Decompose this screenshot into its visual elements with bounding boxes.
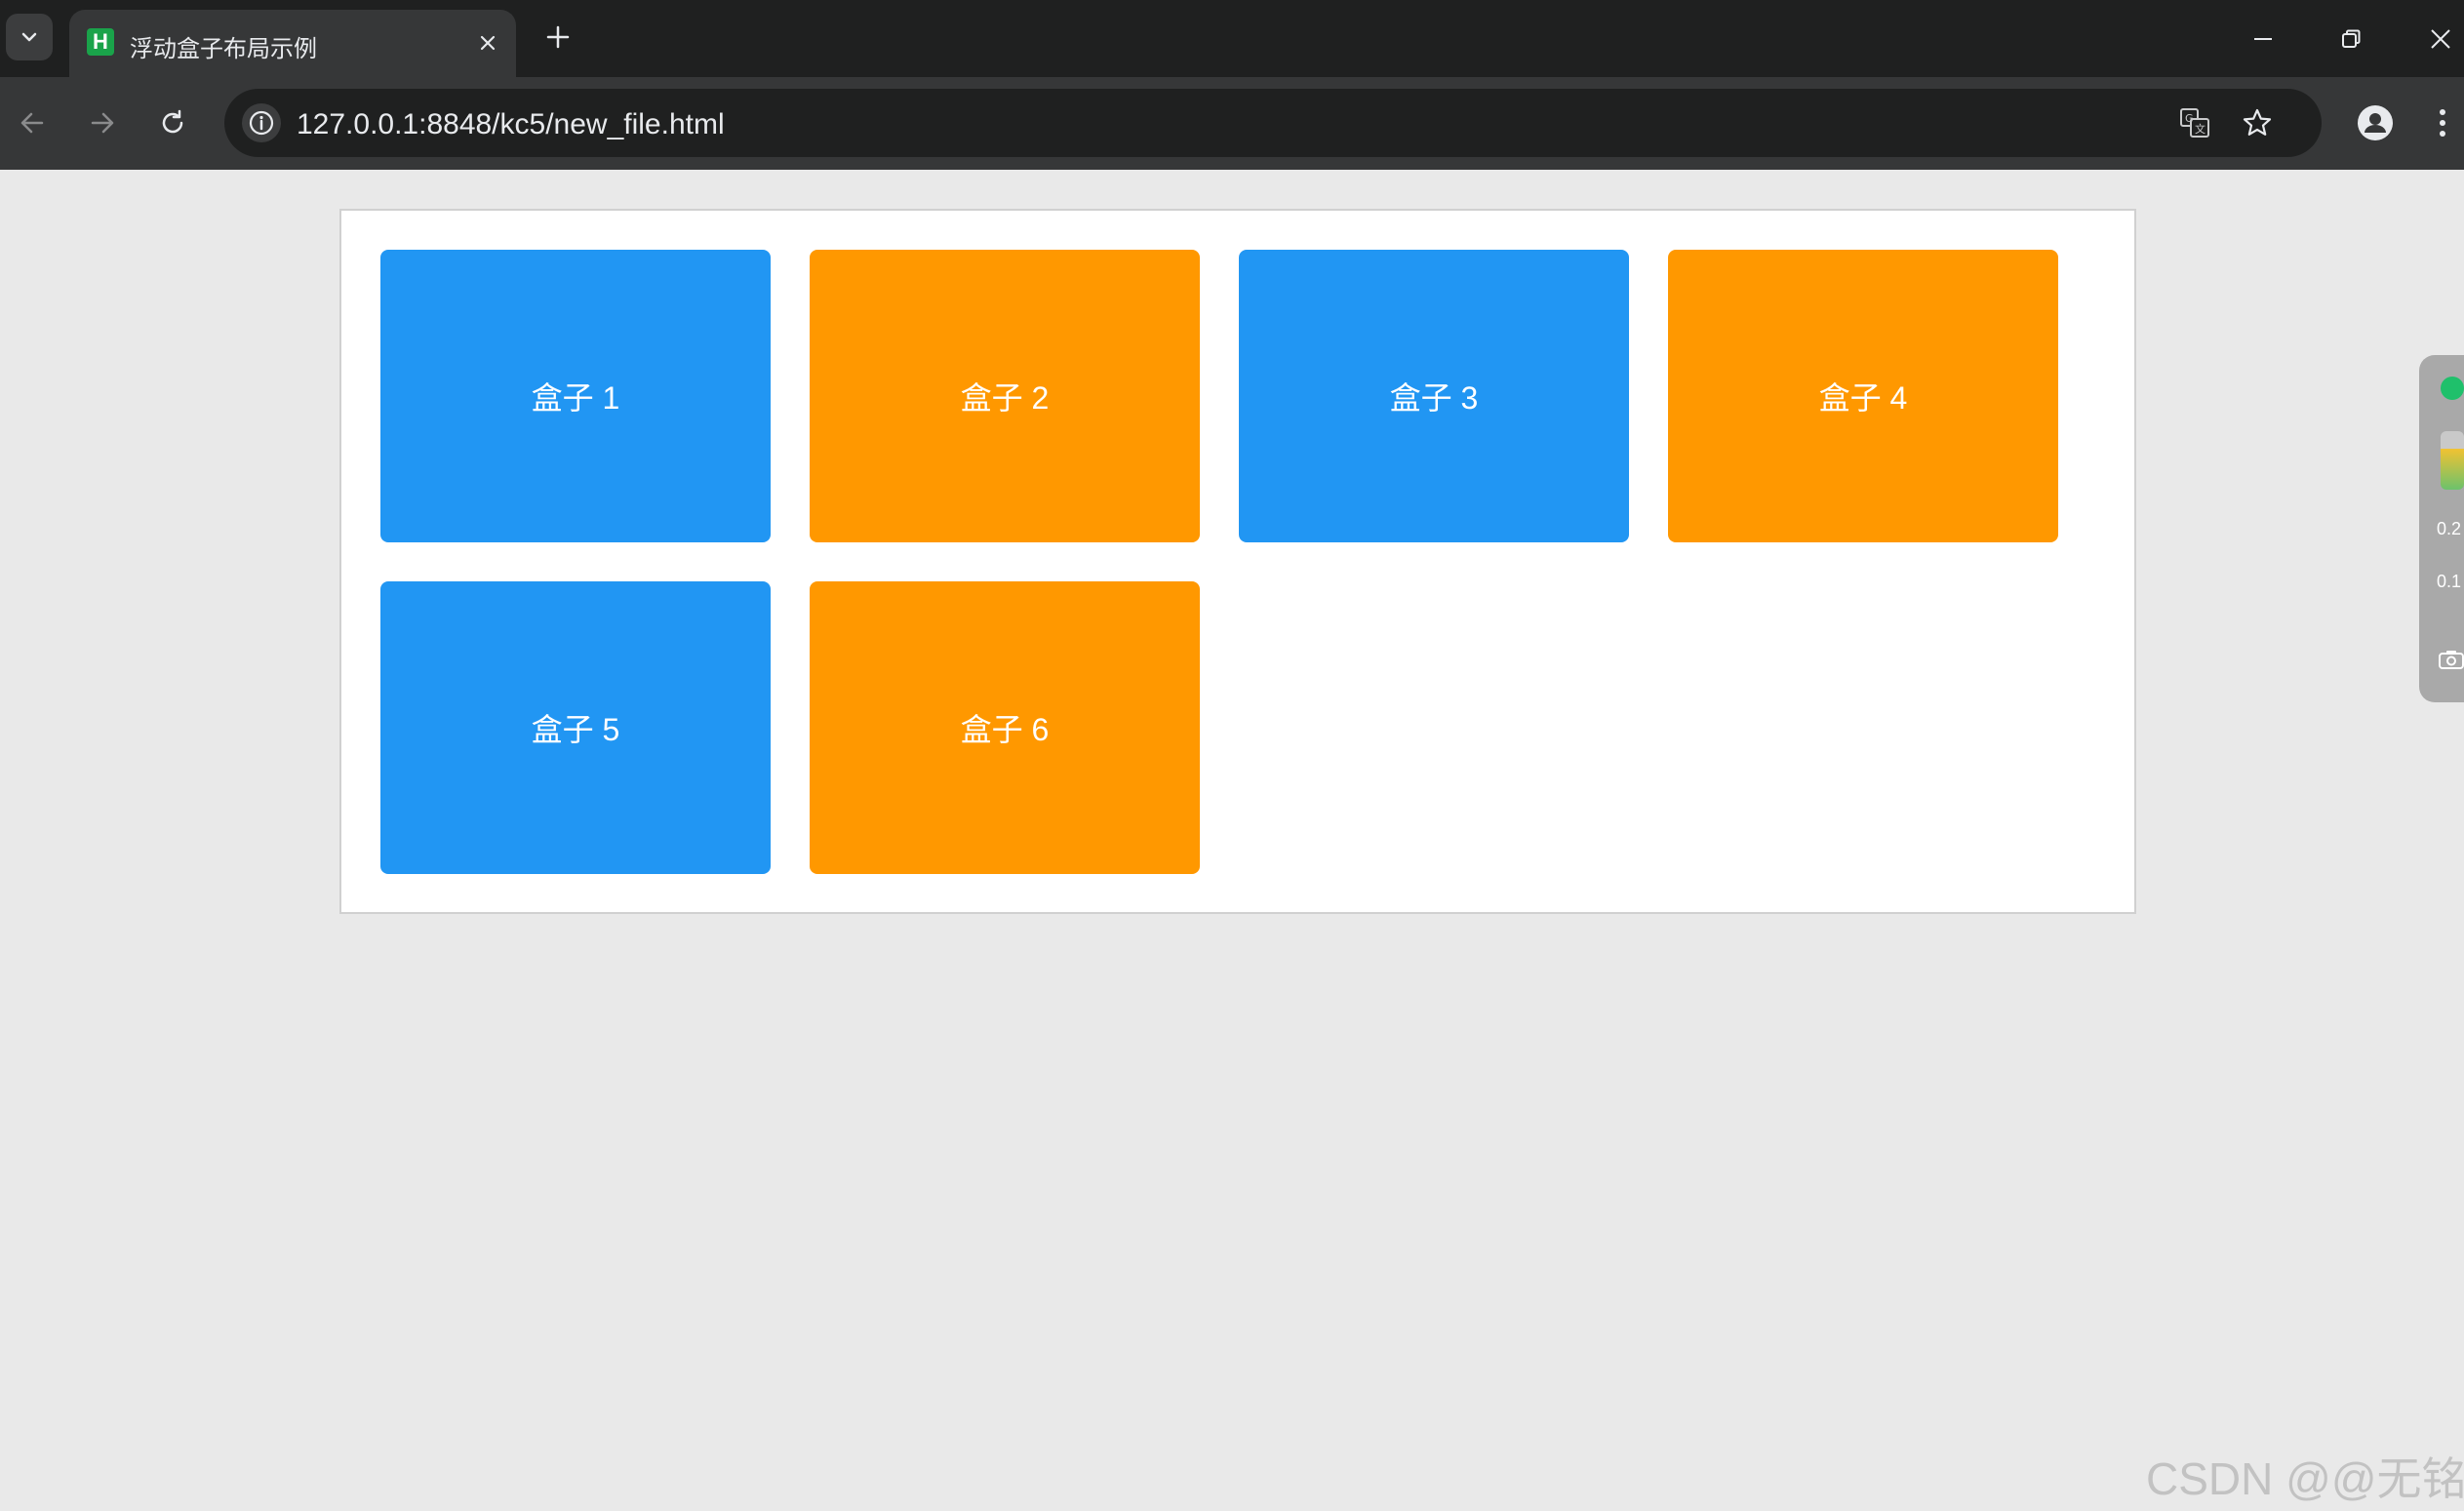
camera-icon[interactable] (2437, 648, 2464, 671)
tab-title: 浮动盒子布局示例 (130, 36, 317, 62)
window-close-button[interactable] (2419, 18, 2462, 60)
info-icon (249, 110, 274, 136)
download-speed-value: 0.1 (2437, 572, 2462, 591)
svg-text:文: 文 (2195, 122, 2206, 136)
hbuilder-favicon-icon: H (87, 28, 114, 56)
box-6: 盒子 6 (810, 581, 1200, 874)
download-speed: 0.1 (2437, 572, 2461, 592)
minimize-icon (2254, 38, 2272, 40)
reload-button[interactable] (148, 99, 197, 147)
address-bar[interactable]: 127.0.0.1:8848/kc5/new_file.html G 文 (224, 89, 2322, 157)
status-dot-icon (2441, 377, 2464, 400)
active-tab[interactable]: H 浮动盒子布局示例 (69, 10, 516, 77)
box-5: 盒子 5 (380, 581, 771, 874)
arrow-left-icon (20, 112, 44, 134)
box-3: 盒子 3 (1239, 250, 1629, 542)
minimize-button[interactable] (2242, 18, 2285, 60)
more-vertical-icon (2440, 109, 2445, 137)
plus-icon (546, 25, 570, 49)
bookmark-button[interactable] (2238, 103, 2277, 142)
browser-tab-bar: H 浮动盒子布局示例 (0, 0, 2464, 77)
close-icon (2431, 29, 2450, 49)
profile-button[interactable] (2353, 100, 2398, 145)
camera-icon-svg (2439, 651, 2464, 669)
site-info-button[interactable] (242, 103, 281, 142)
browser-menu-button[interactable] (2423, 100, 2462, 145)
back-button[interactable] (8, 99, 57, 147)
translate-icon: G 文 (2180, 108, 2209, 138)
box-2: 盒子 2 (810, 250, 1200, 542)
translate-button[interactable]: G 文 (2175, 103, 2214, 142)
forward-button[interactable] (78, 99, 127, 147)
star-icon (2243, 108, 2272, 136)
memory-bar (2441, 431, 2464, 490)
upload-speed-value: 0.2 (2437, 519, 2462, 538)
box-4: 盒子 4 (1668, 250, 2058, 542)
arrow-right-icon (91, 112, 114, 134)
chevron-down-icon (21, 32, 37, 42)
close-icon (480, 35, 496, 51)
tab-search-button[interactable] (6, 14, 53, 60)
upload-speed: 0.2 (2437, 519, 2461, 539)
restore-icon (2342, 29, 2361, 48)
new-tab-button[interactable] (538, 18, 577, 57)
svg-text:G: G (2185, 112, 2194, 125)
page-viewport: 盒子 1 盒子 2 盒子 3 盒子 4 盒子 5 盒子 6 (0, 170, 2464, 1511)
float-container: 盒子 1 盒子 2 盒子 3 盒子 4 盒子 5 盒子 6 (339, 209, 2136, 914)
browser-toolbar: 127.0.0.1:8848/kc5/new_file.html G 文 (0, 77, 2464, 170)
restore-button[interactable] (2329, 18, 2372, 60)
csdn-watermark: CSDN @@无铭 (2146, 1453, 2464, 1504)
profile-avatar-icon (2358, 105, 2393, 140)
url-text[interactable]: 127.0.0.1:8848/kc5/new_file.html (297, 108, 725, 141)
network-monitor-widget[interactable]: 0.2 0.1 (2419, 355, 2464, 702)
reload-icon (162, 109, 183, 134)
tab-close-button[interactable] (471, 26, 504, 60)
box-1: 盒子 1 (380, 250, 771, 542)
